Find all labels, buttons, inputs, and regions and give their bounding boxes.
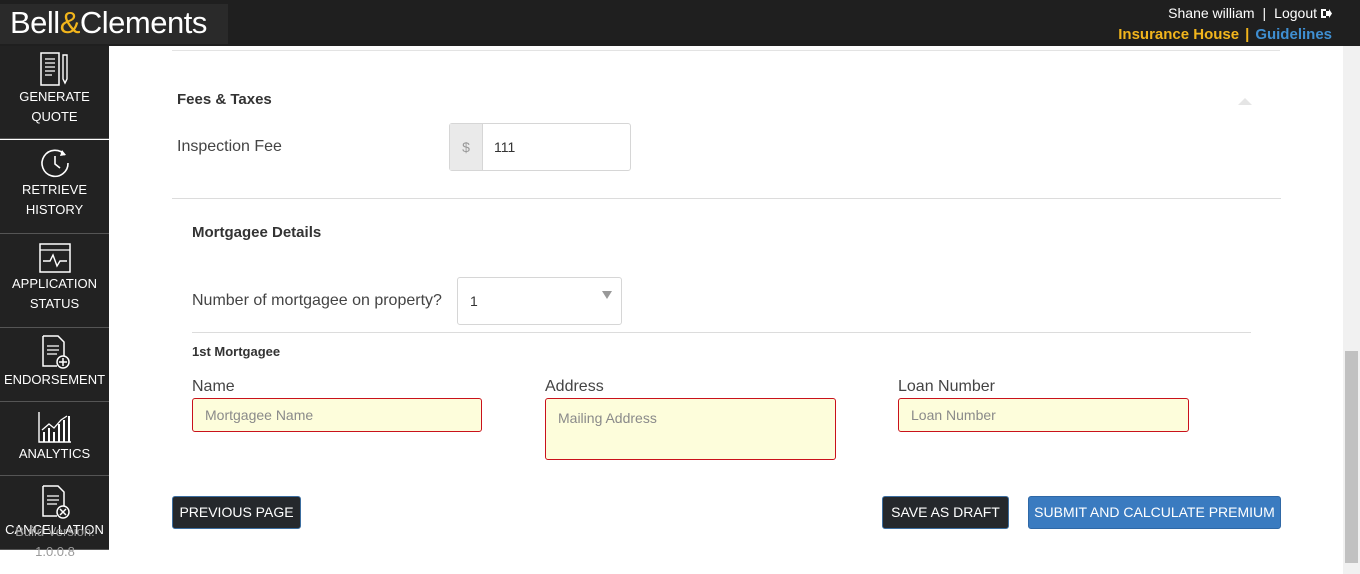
loan-number-input[interactable]: Loan Number — [898, 398, 1189, 432]
sidebar-item-generate-quote[interactable]: GENERATE QUOTE — [0, 46, 109, 139]
first-mortgagee-title: 1st Mortgagee — [192, 344, 281, 359]
divider — [172, 198, 1281, 199]
mortgagee-count-label: Number of mortgagee on property? — [192, 292, 442, 309]
name-label: Name — [192, 378, 235, 395]
document-pen-icon — [39, 52, 68, 86]
document-plus-icon — [41, 335, 70, 369]
sidebar-item-retrieve-history[interactable]: RETRIEVE HISTORY — [0, 140, 109, 234]
mortgagee-count-select[interactable]: 1 — [457, 277, 622, 325]
previous-page-button[interactable]: PREVIOUS PAGE — [172, 496, 301, 529]
mailing-address-textarea[interactable]: Mailing Address — [545, 398, 836, 460]
insurance-house-link[interactable]: Insurance House — [1118, 26, 1239, 43]
top-bar: Bell&Clements Shane william | Logout Insur… — [0, 0, 1360, 46]
build-version: Build Version: 1.0.0.8 — [15, 524, 95, 559]
chevron-down-icon — [602, 291, 612, 299]
collapse-caret-icon[interactable] — [1238, 98, 1252, 105]
sidebar-item-endorsement[interactable]: ENDORSEMENT — [0, 328, 109, 402]
currency-addon: $ — [450, 124, 483, 170]
sidebar: GENERATE QUOTE RETRIEVE HISTORY APPLICATIO… — [0, 46, 110, 574]
bar-chart-icon — [37, 412, 71, 443]
logout-link[interactable]: Logout — [1274, 5, 1332, 21]
submit-calculate-premium-button[interactable]: SUBMIT AND CALCULATE PREMIUM — [1028, 496, 1281, 529]
user-bar: Shane william | Logout — [1168, 5, 1332, 21]
divider — [192, 332, 1251, 333]
inspection-fee-value[interactable]: 111 — [494, 124, 515, 170]
sidebar-item-analytics[interactable]: ANALYTICS — [0, 402, 109, 476]
user-name: Shane william — [1168, 5, 1255, 21]
address-label: Address — [545, 378, 604, 395]
mortgagee-name-input[interactable]: Mortgagee Name — [192, 398, 482, 432]
scrollbar-thumb[interactable] — [1345, 351, 1358, 563]
document-cancel-icon — [41, 485, 70, 519]
guidelines-link[interactable]: Guidelines — [1255, 26, 1332, 43]
save-as-draft-button[interactable]: SAVE AS DRAFT — [882, 496, 1009, 529]
mortgagee-section-title: Mortgagee Details — [192, 224, 322, 241]
logout-icon — [1321, 9, 1332, 18]
inspection-fee-label: Inspection Fee — [177, 138, 282, 155]
loan-number-label: Loan Number — [898, 378, 995, 395]
fees-section-title: Fees & Taxes — [177, 91, 272, 108]
divider — [172, 50, 1280, 51]
pulse-window-icon — [38, 243, 71, 273]
inspection-fee-input[interactable]: $ 111 — [449, 123, 631, 171]
main-content: Fees & Taxes Inspection Fee $ 111 Mortga… — [110, 46, 1343, 574]
sidebar-item-application-status[interactable]: APPLICATION STATUS — [0, 234, 109, 328]
clock-history-icon — [40, 149, 69, 178]
header-links: Insurance House | Guidelines — [1118, 26, 1332, 43]
brand-logo[interactable]: Bell&Clements — [0, 4, 228, 44]
mortgagee-count-value: 1 — [470, 293, 478, 309]
